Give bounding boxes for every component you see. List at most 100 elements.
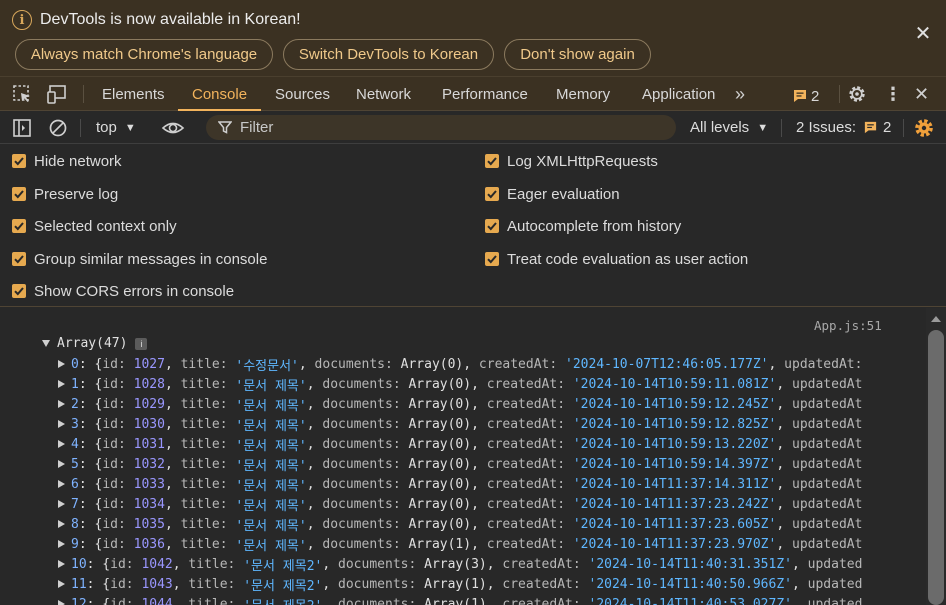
setting-group-similar[interactable]: Group similar messages in console	[12, 249, 267, 269]
clear-console-icon[interactable]	[48, 118, 70, 138]
setting-autocomplete-history[interactable]: Autocomplete from history	[485, 216, 681, 236]
array-entry-row[interactable]: 3: {id: 1030, title: '문서 제목', documents:…	[58, 414, 862, 434]
context-selector[interactable]: top ▼	[96, 119, 136, 136]
messages-counter[interactable]: 2	[792, 86, 832, 106]
more-options-icon[interactable]: ⋮	[884, 85, 906, 105]
sidebar-toggle-icon[interactable]	[12, 118, 34, 138]
setting-selected-context-only[interactable]: Selected context only	[12, 216, 177, 236]
key-createdat: createdAt:	[486, 496, 573, 512]
key-createdat: createdAt:	[486, 516, 573, 532]
collapsed-triangle-icon[interactable]	[58, 520, 65, 528]
key-title: title:	[180, 356, 236, 372]
log-levels-dropdown[interactable]: All levels ▼	[690, 119, 768, 136]
checkbox-checked-icon[interactable]	[485, 187, 499, 201]
setting-hide-network[interactable]: Hide network	[12, 151, 122, 171]
scrollbar-thumb[interactable]	[928, 330, 944, 605]
setting-eager-evaluation[interactable]: Eager evaluation	[485, 184, 620, 204]
setting-label: Eager evaluation	[507, 185, 620, 203]
tab-sources[interactable]: Sources	[275, 77, 330, 111]
key-updatedat: updatedAt	[792, 536, 863, 552]
key-createdat: createdAt:	[486, 396, 573, 412]
collapsed-triangle-icon[interactable]	[58, 380, 65, 388]
checkbox-checked-icon[interactable]	[12, 219, 26, 233]
entry-id: 1036	[133, 536, 165, 552]
eye-icon[interactable]	[161, 118, 185, 138]
inspect-element-icon[interactable]	[12, 84, 34, 104]
key-id: id:	[110, 576, 142, 592]
collapsed-triangle-icon[interactable]	[58, 500, 65, 508]
array-entry-row[interactable]: 6: {id: 1033, title: '문서 제목', documents:…	[58, 474, 862, 494]
key-updatedat: updatedAt	[792, 376, 863, 392]
gear-icon[interactable]	[847, 84, 869, 104]
tab-performance[interactable]: Performance	[442, 77, 528, 111]
device-toolbar-icon[interactable]	[47, 84, 69, 104]
scroll-up-arrow-icon[interactable]	[931, 316, 941, 322]
array-entry-row[interactable]: 7: {id: 1034, title: '문서 제목', documents:…	[58, 494, 862, 514]
entry-createdat: '2024-10-14T11:40:31.351Z'	[588, 556, 793, 572]
close-devtools-icon[interactable]: ✕	[914, 84, 936, 104]
checkbox-checked-icon[interactable]	[485, 252, 499, 266]
collapsed-triangle-icon[interactable]	[58, 540, 65, 548]
array-header[interactable]: Array(47) i	[42, 336, 148, 351]
tab-network[interactable]: Network	[356, 77, 411, 111]
match-language-button[interactable]: Always match Chrome's language	[15, 39, 273, 70]
key-id: id:	[102, 456, 134, 472]
source-link[interactable]: App.js:51	[814, 318, 882, 333]
checkbox-checked-icon[interactable]	[485, 219, 499, 233]
array-entry-row[interactable]: 10: {id: 1042, title: '문서 제목2', document…	[58, 554, 862, 574]
punct: ,	[306, 476, 323, 492]
more-tabs-chevron-icon[interactable]: »	[735, 85, 757, 105]
checkbox-checked-icon[interactable]	[12, 252, 26, 266]
console-settings-gear-icon[interactable]	[913, 117, 935, 137]
punct: ,	[164, 516, 181, 532]
array-entry-row[interactable]: 12: {id: 1044, title: '문서 제목2', document…	[58, 594, 862, 605]
array-entry-row[interactable]: 5: {id: 1032, title: '문서 제목', documents:…	[58, 454, 862, 474]
entry-title: '문서 제목'	[235, 478, 307, 494]
array-entry-row[interactable]: 9: {id: 1036, title: '문서 제목', documents:…	[58, 534, 862, 554]
setting-show-cors-errors[interactable]: Show CORS errors in console	[12, 281, 234, 301]
dont-show-again-button[interactable]: Don't show again	[504, 39, 651, 70]
collapsed-triangle-icon[interactable]	[58, 440, 65, 448]
key-createdat: createdAt:	[486, 456, 573, 472]
entry-title: '문서 제목'	[235, 378, 307, 394]
filter-input[interactable]: Filter	[206, 115, 676, 140]
tab-application[interactable]: Application	[642, 77, 715, 111]
key-title: title:	[188, 556, 244, 572]
tab-elements[interactable]: Elements	[102, 77, 165, 111]
collapsed-triangle-icon[interactable]	[58, 460, 65, 468]
array-entry-row[interactable]: 8: {id: 1035, title: '문서 제목', documents:…	[58, 514, 862, 534]
setting-log-xmlhttprequests[interactable]: Log XMLHttpRequests	[485, 151, 658, 171]
key-id: id:	[102, 356, 134, 372]
checkbox-checked-icon[interactable]	[485, 154, 499, 168]
key-updatedat: updated	[807, 596, 863, 605]
checkbox-checked-icon[interactable]	[12, 154, 26, 168]
collapsed-triangle-icon[interactable]	[58, 360, 65, 368]
collapsed-triangle-icon[interactable]	[58, 560, 65, 568]
checkbox-checked-icon[interactable]	[12, 187, 26, 201]
setting-preserve-log[interactable]: Preserve log	[12, 184, 118, 204]
array-entry-row[interactable]: 2: {id: 1029, title: '문서 제목', documents:…	[58, 394, 862, 414]
array-entry-row[interactable]: 1: {id: 1028, title: '문서 제목', documents:…	[58, 374, 862, 394]
array-entry-row[interactable]: 11: {id: 1043, title: '문서 제목2', document…	[58, 574, 862, 594]
key-title: title:	[180, 516, 236, 532]
tab-console[interactable]: Console	[177, 77, 262, 112]
collapsed-triangle-icon[interactable]	[58, 600, 65, 605]
collapsed-triangle-icon[interactable]	[58, 580, 65, 588]
entry-index: 9	[71, 536, 79, 552]
expanded-triangle-icon[interactable]	[42, 340, 50, 347]
array-entry-row[interactable]: 4: {id: 1031, title: '문서 제목', documents:…	[58, 434, 862, 454]
switch-korean-button[interactable]: Switch DevTools to Korean	[283, 39, 494, 70]
key-documents: documents:	[322, 516, 409, 532]
setting-treat-code-evaluation[interactable]: Treat code evaluation as user action	[485, 249, 748, 269]
tab-memory[interactable]: Memory	[556, 77, 610, 111]
entry-createdat: '2024-10-14T10:59:12.825Z'	[572, 416, 777, 432]
array-entry-row[interactable]: 0: {id: 1027, title: '수정문서', documents: …	[58, 354, 862, 374]
collapsed-triangle-icon[interactable]	[58, 400, 65, 408]
collapsed-triangle-icon[interactable]	[58, 480, 65, 488]
issues-button[interactable]: 2 Issues: 2	[796, 119, 891, 136]
collapsed-triangle-icon[interactable]	[58, 420, 65, 428]
info-badge-icon[interactable]: i	[135, 337, 148, 350]
checkbox-checked-icon[interactable]	[12, 284, 26, 298]
console-scrollbar[interactable]	[926, 308, 946, 605]
close-icon[interactable]: ✕	[913, 24, 933, 44]
